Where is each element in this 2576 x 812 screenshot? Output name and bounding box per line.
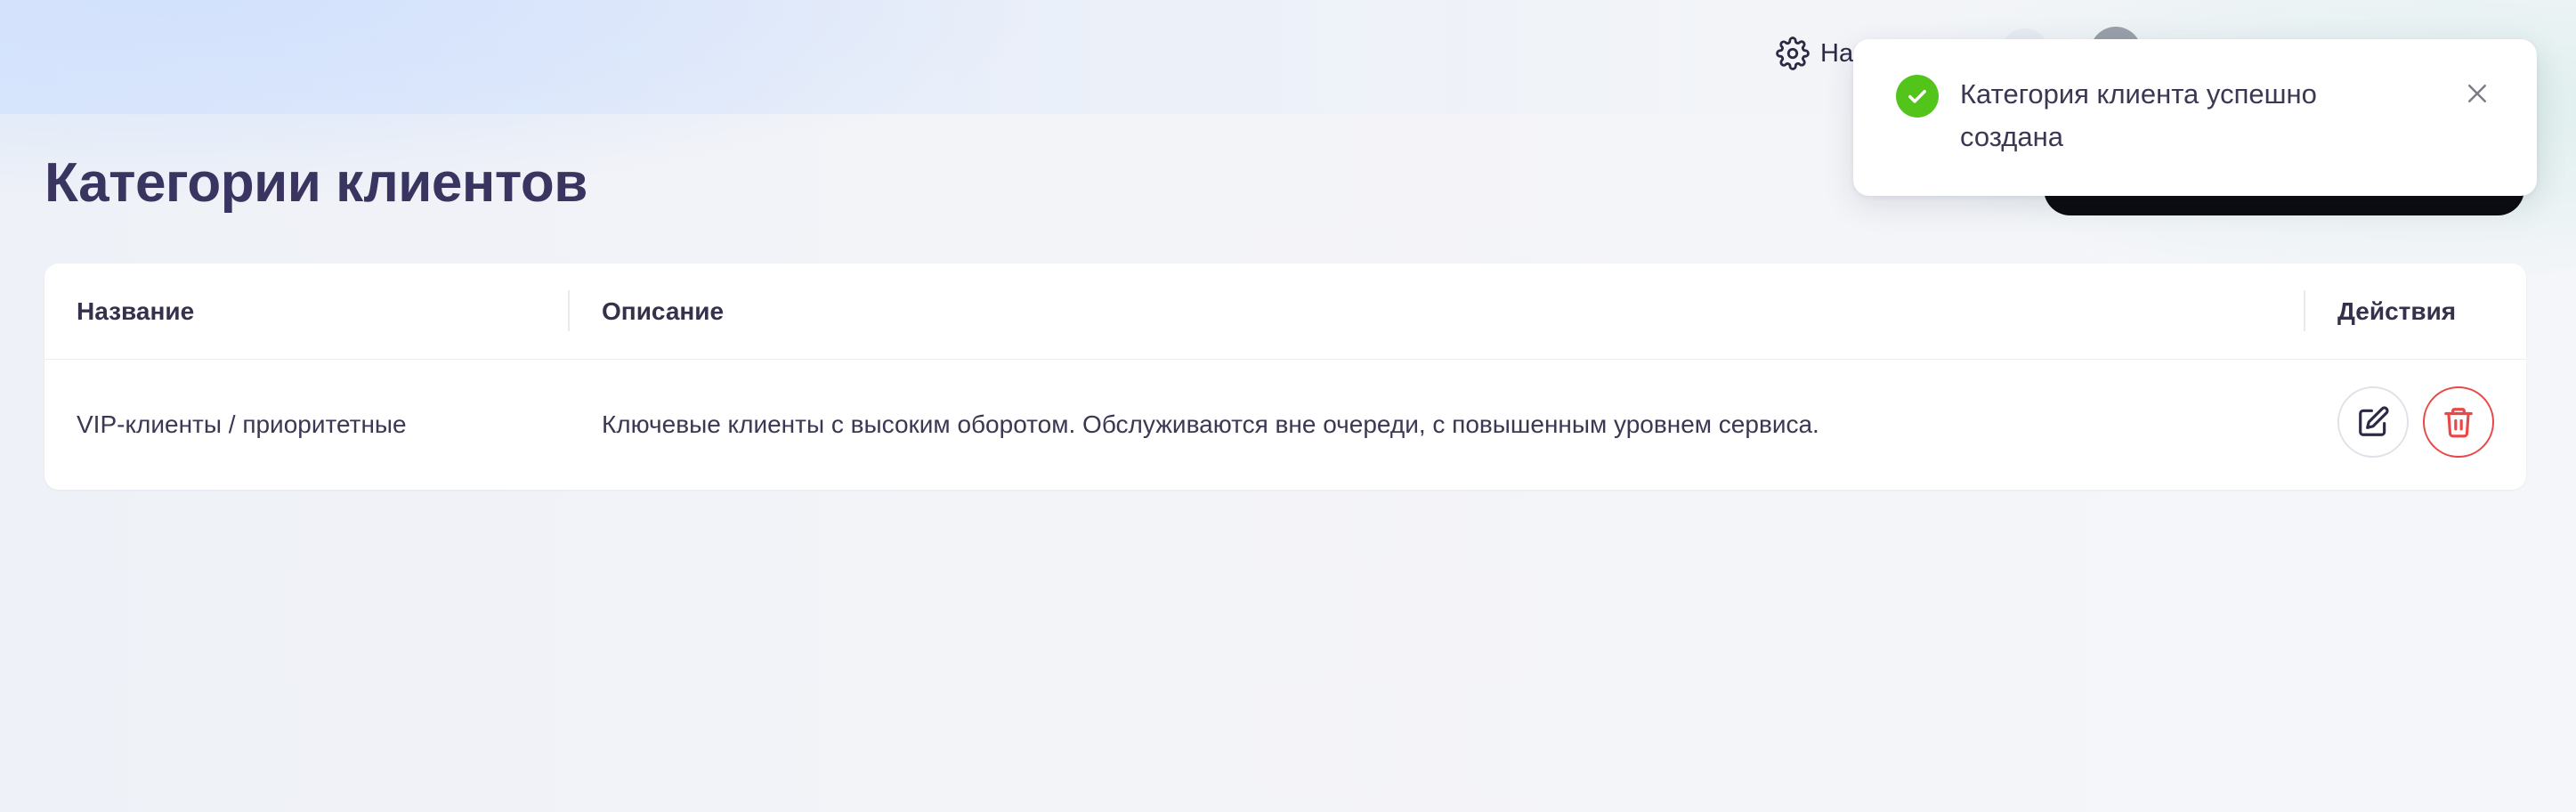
settings-link[interactable]: На xyxy=(1776,34,1853,73)
settings-label: На xyxy=(1820,38,1854,68)
table-row: VIP-клиенты / приоритетные Ключевые клие… xyxy=(45,360,2526,490)
toast-message: Категория клиента успешно создана xyxy=(1960,78,2317,152)
column-header-description: Описание xyxy=(602,297,725,325)
column-divider xyxy=(2304,290,2305,331)
column-header-actions: Действия xyxy=(2337,297,2457,325)
delete-button[interactable] xyxy=(2423,386,2494,458)
check-circle-icon xyxy=(1896,75,1939,118)
gear-icon xyxy=(1776,37,1810,70)
page-title: Категории клиентов xyxy=(45,152,587,214)
column-divider xyxy=(568,290,570,331)
categories-table: Название Описание Действия VIP-клиенты /… xyxy=(45,264,2526,490)
table-header: Название Описание Действия xyxy=(45,264,2526,360)
edit-button[interactable] xyxy=(2337,386,2409,458)
close-icon xyxy=(2468,85,2486,102)
row-description: Ключевые клиенты с высоким оборотом. Обс… xyxy=(602,410,1819,438)
trash-icon xyxy=(2444,408,2473,438)
toast-close-button[interactable] xyxy=(2459,75,2496,112)
row-name: VIP-клиенты / приоритетные xyxy=(77,410,407,438)
success-toast: Категория клиента успешно создана xyxy=(1853,39,2537,196)
edit-icon xyxy=(2359,406,2389,436)
column-header-name: Название xyxy=(77,297,195,325)
